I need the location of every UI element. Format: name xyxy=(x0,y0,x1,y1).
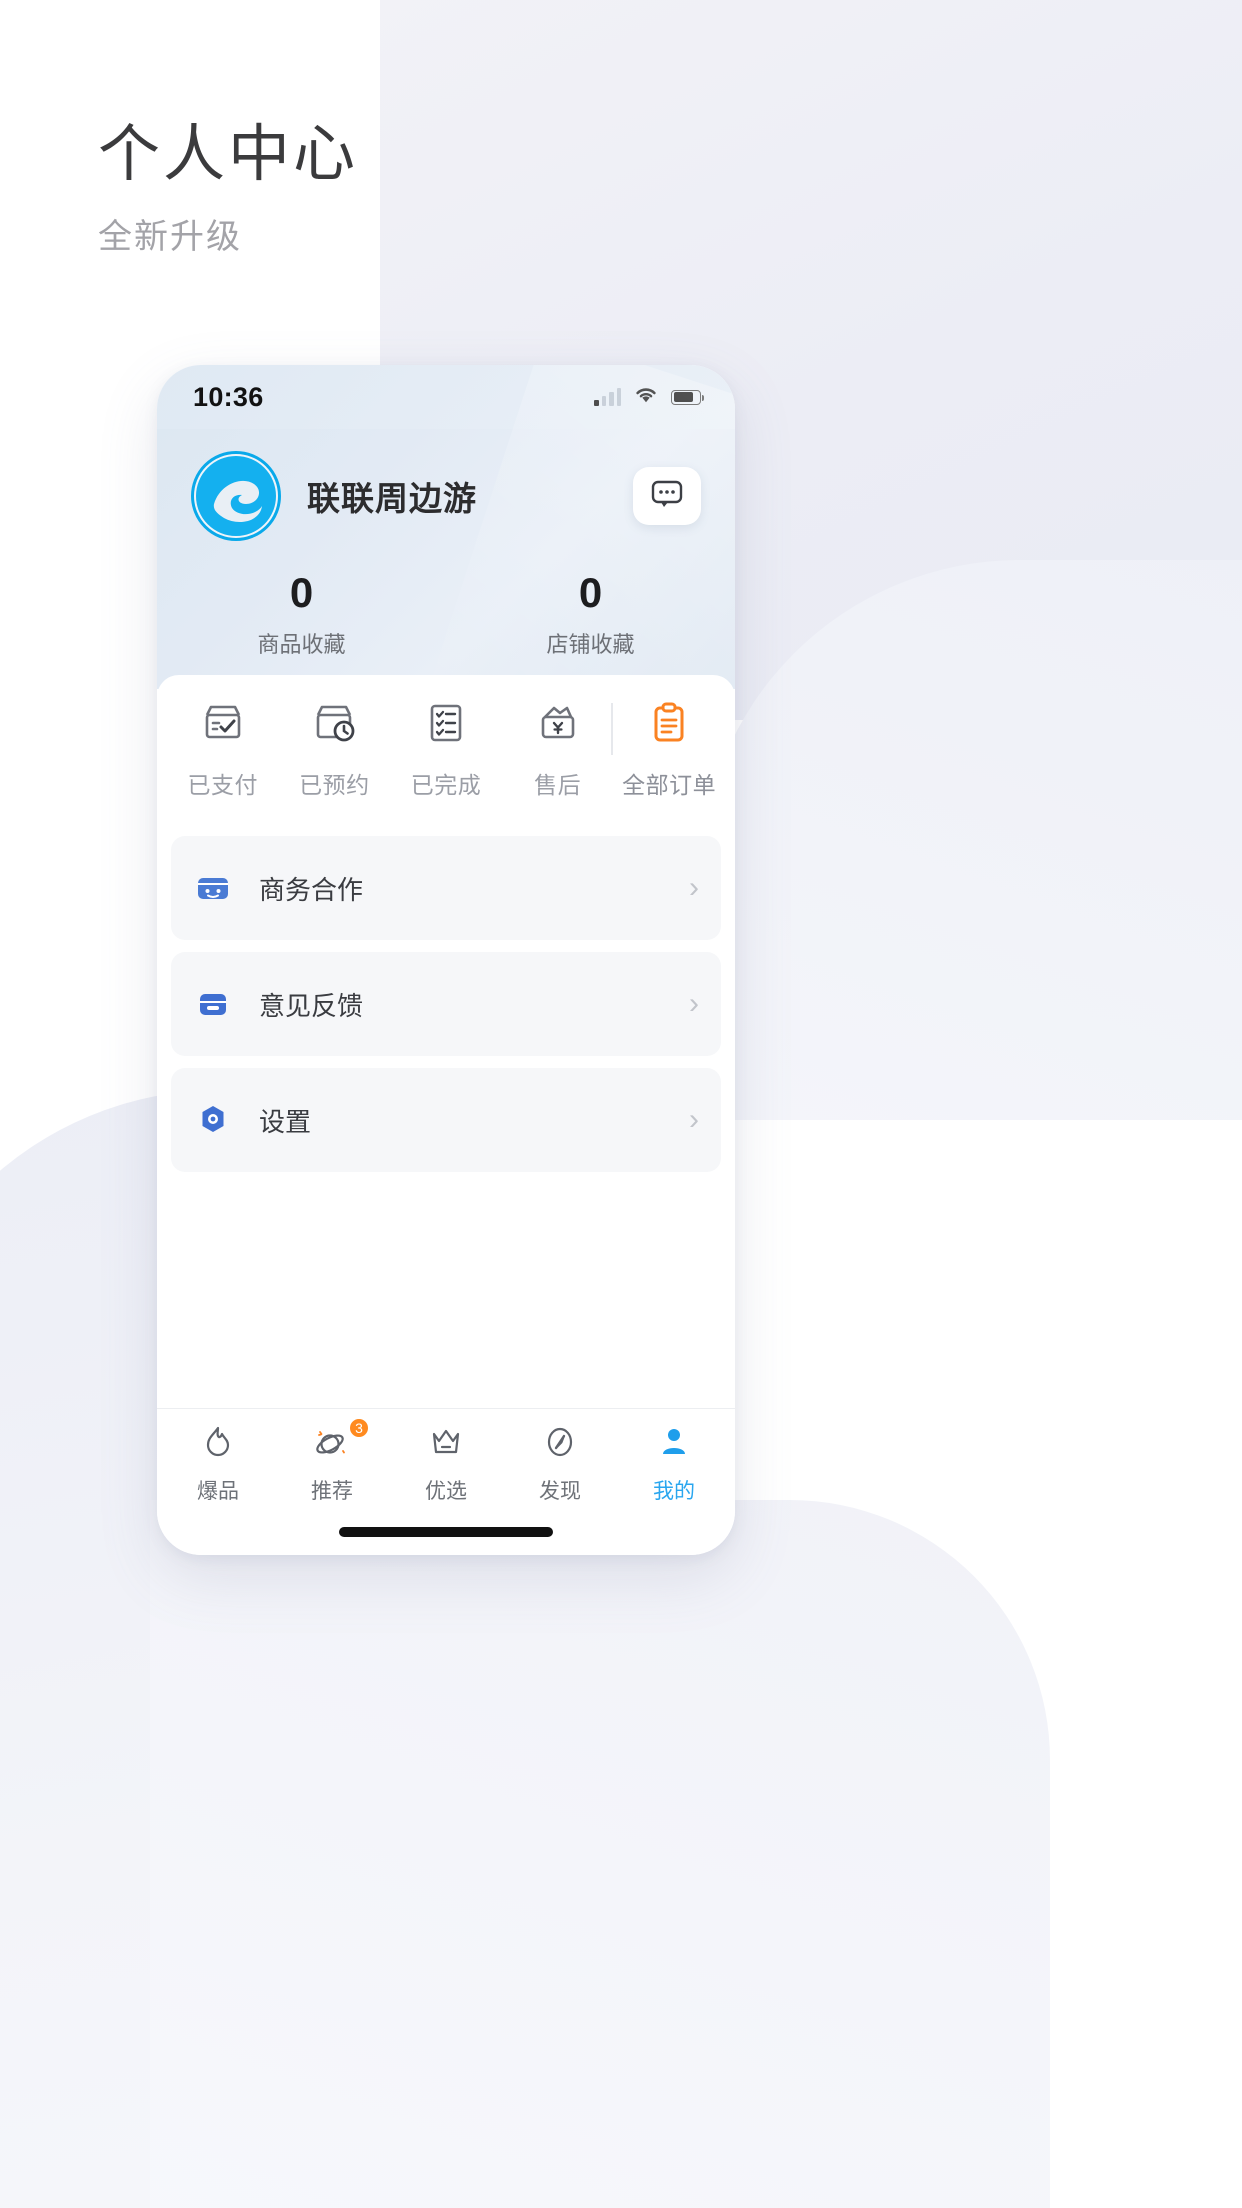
phone-mockup: 10:36 联联周边游 0 商品收藏 0 店铺收藏 已支付 已预约 已完成 售后… xyxy=(157,365,735,1555)
stat-label: 商品收藏 xyxy=(257,632,346,658)
chevron-right-icon: › xyxy=(689,1103,699,1137)
tab-recommend[interactable]: 3 推荐 xyxy=(275,1417,389,1505)
signal-bars-icon xyxy=(594,388,621,406)
brand-name: 联联周边游 xyxy=(307,480,477,517)
menu-row-business[interactable]: 商务合作 › xyxy=(171,836,721,941)
chevron-right-icon: › xyxy=(689,987,699,1021)
tab-discover[interactable]: 发现 xyxy=(503,1423,617,1505)
page-subtitle: 全新升级 xyxy=(98,218,242,257)
stat-value: 0 xyxy=(578,569,603,616)
profile-header: 联联周边游 0 商品收藏 0 店铺收藏 xyxy=(157,429,735,690)
tab-label: 优选 xyxy=(425,1480,467,1503)
order-item-label: 已预约 xyxy=(299,772,370,799)
feedback-box-icon xyxy=(193,984,233,1024)
battery-icon xyxy=(671,389,704,405)
status-bar: 10:36 xyxy=(157,365,735,429)
tab-mine[interactable]: 我的 xyxy=(617,1423,731,1505)
order-item-booked[interactable]: 已预约 xyxy=(279,699,391,800)
person-icon xyxy=(655,1423,693,1466)
flame-icon xyxy=(199,1423,237,1466)
content-filler xyxy=(157,1184,735,1408)
tab-label: 推荐 xyxy=(311,1480,353,1503)
tab-label: 我的 xyxy=(653,1480,695,1503)
crown-icon xyxy=(427,1423,465,1466)
tab-selected[interactable]: 优选 xyxy=(389,1423,503,1505)
tab-label: 发现 xyxy=(539,1480,581,1503)
refund-yen-icon xyxy=(534,699,582,752)
message-button[interactable] xyxy=(633,467,701,525)
stat-item-product-favorites[interactable]: 0 商品收藏 xyxy=(157,569,446,659)
wifi-icon xyxy=(633,385,659,409)
home-indicator xyxy=(157,1511,735,1555)
tab-label: 爆品 xyxy=(197,1480,239,1503)
order-item-label: 已完成 xyxy=(410,772,482,799)
checklist-icon xyxy=(422,699,470,752)
menu-list: 商务合作 › 意见反馈 › 设置 › xyxy=(157,822,735,1185)
order-item-all-orders[interactable]: 全部订单 xyxy=(611,699,725,800)
handshake-box-icon xyxy=(193,868,233,908)
order-item-aftersale[interactable]: 售后 xyxy=(502,699,614,800)
page-title: 个人中心 xyxy=(98,120,359,189)
status-bar-time: 10:36 xyxy=(193,381,264,412)
profile-row: 联联周边游 xyxy=(157,451,735,541)
gear-icon xyxy=(193,1100,233,1140)
bg-shape-bottom-right xyxy=(150,1500,1050,2208)
message-bubble-icon xyxy=(651,480,683,513)
order-item-label: 售后 xyxy=(534,772,582,799)
menu-row-feedback[interactable]: 意见反馈 › xyxy=(171,952,721,1057)
menu-row-label: 商务合作 xyxy=(259,874,364,905)
box-clock-icon xyxy=(310,699,358,752)
phone-screen: 10:36 联联周边游 0 商品收藏 0 店铺收藏 已支付 已预约 已完成 售后… xyxy=(157,365,735,1555)
order-shortcuts-card: 已支付 已预约 已完成 售后 全部订单 xyxy=(157,675,735,823)
stat-item-shop-favorites[interactable]: 0 店铺收藏 xyxy=(446,569,735,659)
planet-icon xyxy=(313,1423,351,1466)
avatar[interactable] xyxy=(191,451,281,541)
order-item-completed[interactable]: 已完成 xyxy=(390,699,502,800)
menu-row-label: 意见反馈 xyxy=(259,990,364,1021)
page-heading: 个人中心 全新升级 xyxy=(98,118,358,258)
box-check-icon xyxy=(199,699,247,752)
order-item-label: 已支付 xyxy=(187,772,259,799)
tab-hot-products[interactable]: 爆品 xyxy=(161,1423,275,1505)
stat-label: 店铺收藏 xyxy=(546,632,635,658)
menu-row-settings[interactable]: 设置 › xyxy=(171,1068,721,1173)
bottom-tab-bar: 爆品 3 推荐 优选 发现 我的 xyxy=(157,1408,735,1511)
order-shortcuts: 已支付 已预约 已完成 售后 全部订单 xyxy=(157,699,735,800)
order-item-paid[interactable]: 已支付 xyxy=(167,699,279,800)
stat-value: 0 xyxy=(289,569,314,616)
clipboard-list-icon xyxy=(645,699,693,752)
tab-badge: 3 xyxy=(348,1417,370,1439)
order-item-label: 全部订单 xyxy=(622,772,717,799)
menu-row-label: 设置 xyxy=(259,1106,312,1137)
chevron-right-icon: › xyxy=(689,871,699,905)
compass-icon xyxy=(541,1423,579,1466)
profile-stats: 0 商品收藏 0 店铺收藏 xyxy=(157,569,735,659)
status-bar-indicators xyxy=(594,385,704,409)
